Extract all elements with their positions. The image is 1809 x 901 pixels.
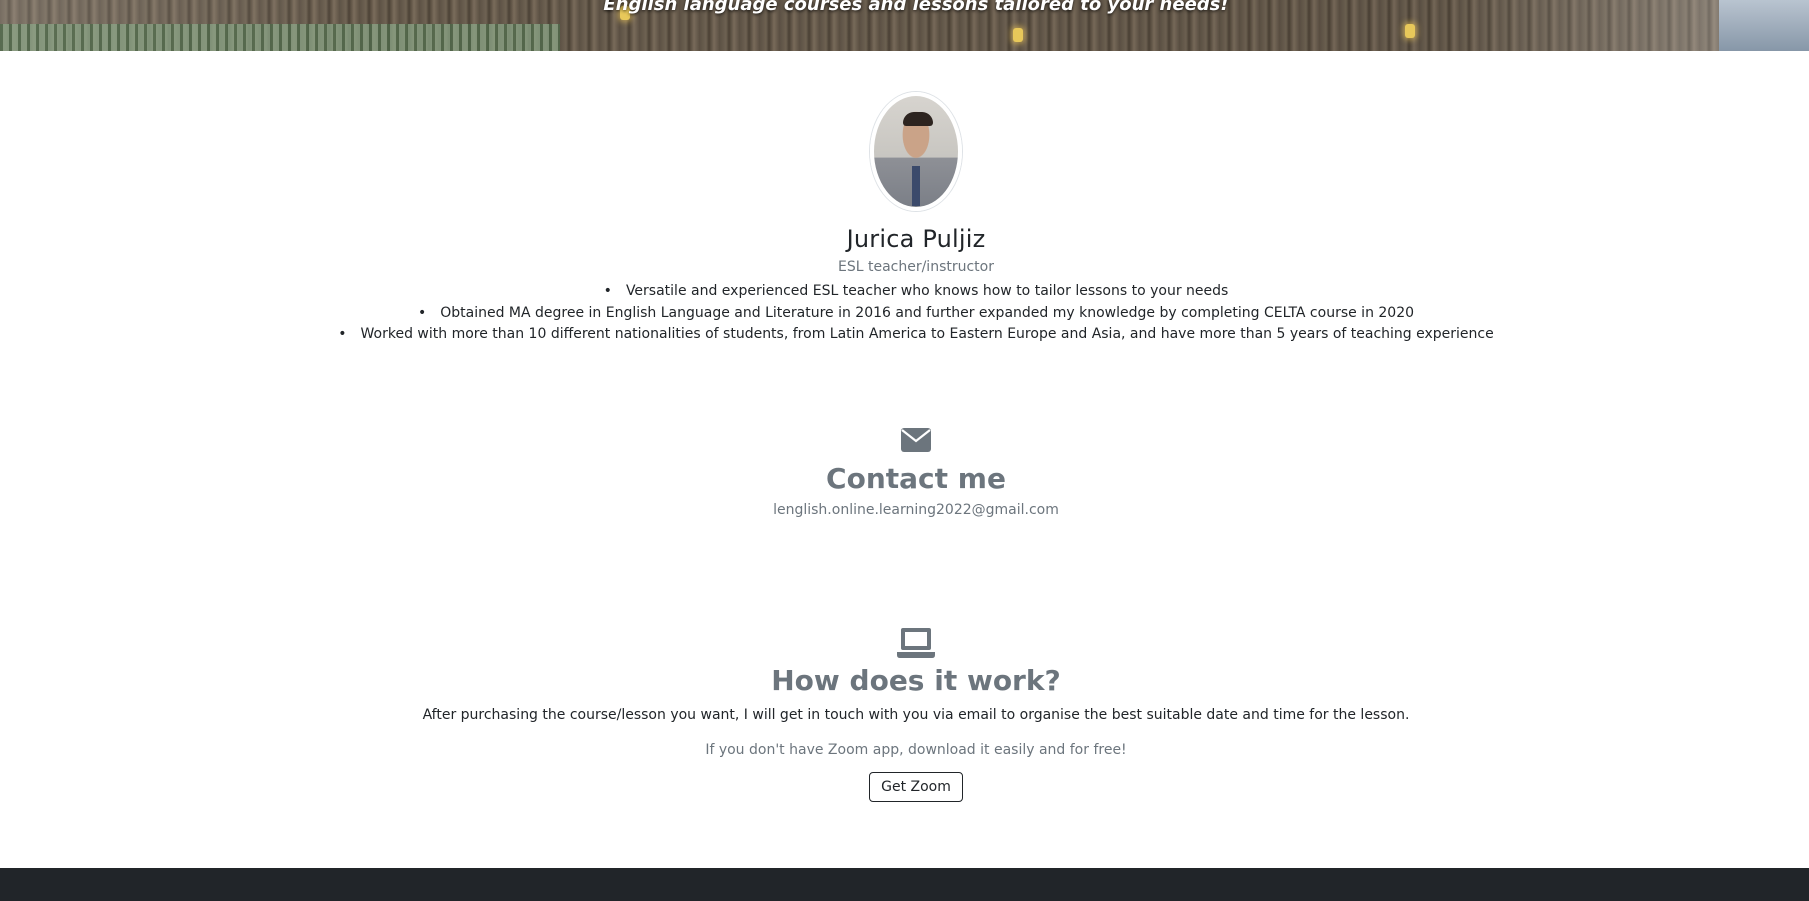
hero-banner: English language courses and lessons tai…: [0, 0, 1809, 51]
get-zoom-button[interactable]: Get Zoom: [869, 772, 963, 802]
contact-section: Contact me lenglish.online.learning2022@…: [0, 428, 1809, 518]
laptop-icon: [897, 628, 935, 662]
profile-section: Jurica Puljiz ESL teacher/instructor Ver…: [0, 92, 1809, 346]
avatar: [870, 92, 962, 211]
contact-email[interactable]: lenglish.online.learning2022@gmail.com: [0, 502, 1809, 518]
hero-subtitle: English language courses and lessons tai…: [603, 0, 1229, 15]
list-item: Worked with more than 10 different natio…: [0, 324, 1809, 346]
hero-bridge-railing: [0, 24, 560, 51]
how-it-works-section: How does it work? After purchasing the c…: [0, 628, 1809, 802]
footer: [0, 868, 1809, 901]
envelope-icon: [901, 428, 931, 456]
list-item: Obtained MA degree in English Language a…: [0, 303, 1809, 325]
profile-name: Jurica Puljiz: [846, 225, 986, 253]
profile-role: ESL teacher/instructor: [837, 259, 994, 275]
contact-title: Contact me: [826, 462, 1006, 495]
profile-bullet-list: Versatile and experienced ESL teacher wh…: [0, 281, 1809, 346]
how-title: How does it work?: [771, 664, 1061, 697]
avatar-hair: [903, 112, 933, 126]
zoom-note: If you don't have Zoom app, download it …: [705, 742, 1127, 758]
hero-lamp: [1405, 24, 1415, 38]
avatar-tie: [912, 166, 920, 206]
how-description: After purchasing the course/lesson you w…: [422, 707, 1410, 723]
hero-lamp: [1013, 28, 1023, 42]
list-item: Versatile and experienced ESL teacher wh…: [0, 281, 1809, 303]
